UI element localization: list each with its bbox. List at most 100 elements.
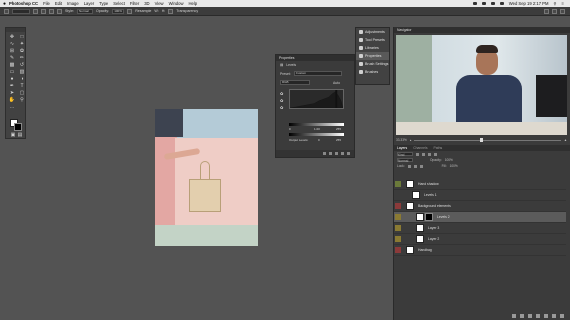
trash-icon[interactable]: [347, 152, 350, 155]
transparency-checkbox[interactable]: [168, 8, 174, 14]
search-icon[interactable]: ⚲: [553, 1, 556, 6]
quick-mask-icon[interactable]: ▣: [10, 132, 16, 138]
marquee-tool-icon[interactable]: [4, 8, 9, 14]
menu-filter[interactable]: Filter: [130, 1, 139, 6]
dock-item-adjustments[interactable]: Adjustments: [356, 28, 389, 36]
menu-edit[interactable]: Edit: [55, 1, 62, 6]
subtract-selection-icon[interactable]: [49, 8, 54, 14]
share-icon[interactable]: [560, 8, 565, 14]
apple-icon[interactable]: ●: [0, 1, 9, 7]
layer-name[interactable]: Layer 2: [428, 237, 439, 241]
layer-name[interactable]: Layer 3: [428, 226, 439, 230]
layer-name[interactable]: Background elements: [418, 204, 451, 208]
lock-all-icon[interactable]: [419, 164, 423, 168]
input-low[interactable]: 0: [289, 127, 291, 131]
add-selection-icon[interactable]: [41, 8, 46, 14]
wifi-icon[interactable]: [490, 1, 495, 6]
link-icon[interactable]: [512, 314, 516, 318]
workspace-icon[interactable]: [552, 8, 557, 14]
clock[interactable]: Wed Sep 19 2:17 PM: [509, 1, 549, 6]
stamp-tool-icon[interactable]: ▩: [8, 62, 16, 68]
eyedropper-white-icon[interactable]: ✿: [280, 105, 283, 110]
fill-value[interactable]: 100%: [450, 164, 458, 168]
zoom-slider[interactable]: [414, 137, 561, 142]
input-mid[interactable]: 1.00: [314, 127, 320, 131]
layer-thumbnail[interactable]: [406, 202, 414, 210]
group-icon[interactable]: [544, 314, 548, 318]
dock-item-libraries[interactable]: Libraries: [356, 44, 389, 52]
menu-layer[interactable]: Layer: [84, 1, 94, 6]
opacity-field[interactable]: 100%: [112, 8, 125, 14]
tab-layers[interactable]: Layers: [397, 146, 407, 150]
dock-item-properties[interactable]: Properties: [356, 52, 389, 60]
search-icon[interactable]: [544, 8, 549, 14]
eyedropper-gray-icon[interactable]: ✿: [280, 98, 283, 103]
opacity-value[interactable]: 100%: [445, 158, 453, 162]
status-icon[interactable]: [472, 1, 477, 6]
menu-help[interactable]: Help: [189, 1, 198, 6]
hand-tool-icon[interactable]: ✋: [8, 97, 16, 103]
preset-select[interactable]: Custom: [293, 71, 342, 76]
visibility-eye-icon[interactable]: [394, 223, 402, 234]
output-levels-slider[interactable]: [289, 133, 344, 136]
layer-name[interactable]: Handbag: [418, 248, 432, 252]
new-layer-icon[interactable]: [552, 314, 556, 318]
more-tools-icon[interactable]: …: [8, 104, 16, 110]
lock-position-icon[interactable]: [413, 164, 417, 168]
style-select[interactable]: Normal: [77, 8, 93, 14]
quick-select-tool-icon[interactable]: ✦: [18, 41, 26, 47]
clip-icon[interactable]: [323, 152, 326, 155]
layer-mask-thumbnail[interactable]: [425, 213, 433, 221]
options-field[interactable]: [12, 8, 30, 14]
dock-item-brush-settings[interactable]: Brush Settings: [356, 60, 389, 68]
resample-checkbox[interactable]: [127, 8, 133, 14]
filter-shape-icon[interactable]: [434, 152, 437, 156]
visibility-eye-icon[interactable]: [394, 245, 402, 256]
input-levels-slider[interactable]: [289, 123, 344, 126]
input-high[interactable]: 255: [336, 127, 341, 131]
history-brush-icon[interactable]: ↺: [18, 62, 26, 68]
menu-image[interactable]: Image: [67, 1, 79, 6]
dodge-tool-icon[interactable]: ◑: [18, 76, 26, 82]
channel-select[interactable]: RGB: [280, 80, 310, 85]
menu-app[interactable]: Photoshop CC: [9, 1, 38, 6]
zoom-knob[interactable]: [480, 137, 484, 142]
screen-mode-icon[interactable]: ▤: [17, 132, 23, 138]
layer-row[interactable]: Hand shadow: [394, 179, 566, 190]
tab-paths[interactable]: Paths: [434, 146, 443, 150]
reset-icon[interactable]: [335, 152, 338, 155]
layer-row[interactable]: Layer 3: [394, 223, 566, 234]
eyedropper-black-icon[interactable]: ✿: [280, 91, 283, 96]
layer-row[interactable]: Layer 2: [394, 234, 566, 245]
zoom-tool-icon[interactable]: ⚲: [18, 97, 26, 103]
visibility-eye-icon[interactable]: [394, 234, 402, 245]
menu-select[interactable]: Select: [113, 1, 125, 6]
visibility-eye-icon[interactable]: [394, 190, 402, 201]
lasso-tool-icon[interactable]: ∿: [8, 41, 16, 47]
color-swatches[interactable]: [10, 119, 22, 131]
layer-thumbnail[interactable]: [406, 180, 414, 188]
layer-row[interactable]: Levels 2: [394, 212, 566, 223]
zoom-in-icon[interactable]: ▲: [564, 138, 567, 142]
layer-thumbnail[interactable]: [416, 213, 424, 221]
visibility-eye-icon[interactable]: [394, 212, 402, 223]
blur-tool-icon[interactable]: ●: [8, 76, 16, 82]
document-canvas[interactable]: [155, 109, 258, 246]
visibility-eye-icon[interactable]: [394, 179, 402, 190]
layer-row[interactable]: Background elements: [394, 201, 566, 212]
layer-thumbnail[interactable]: [406, 246, 414, 254]
marquee-tool-icon[interactable]: □: [18, 34, 26, 40]
kind-filter[interactable]: Kind: [397, 152, 413, 157]
fx-icon[interactable]: [520, 314, 524, 318]
trash-icon[interactable]: [560, 314, 564, 318]
tab-channels[interactable]: Channels: [413, 146, 427, 150]
brush-tool-icon[interactable]: ✏: [18, 55, 26, 61]
filter-pixel-icon[interactable]: [416, 152, 419, 156]
type-tool-icon[interactable]: T: [18, 83, 26, 89]
layer-name[interactable]: Levels 1: [424, 193, 437, 197]
layer-row[interactable]: Handbag: [394, 245, 566, 256]
menu-window[interactable]: Window: [169, 1, 184, 6]
path-select-tool-icon[interactable]: ➤: [8, 90, 16, 96]
battery-icon[interactable]: [499, 1, 504, 6]
visibility-eye-icon[interactable]: [394, 201, 402, 212]
